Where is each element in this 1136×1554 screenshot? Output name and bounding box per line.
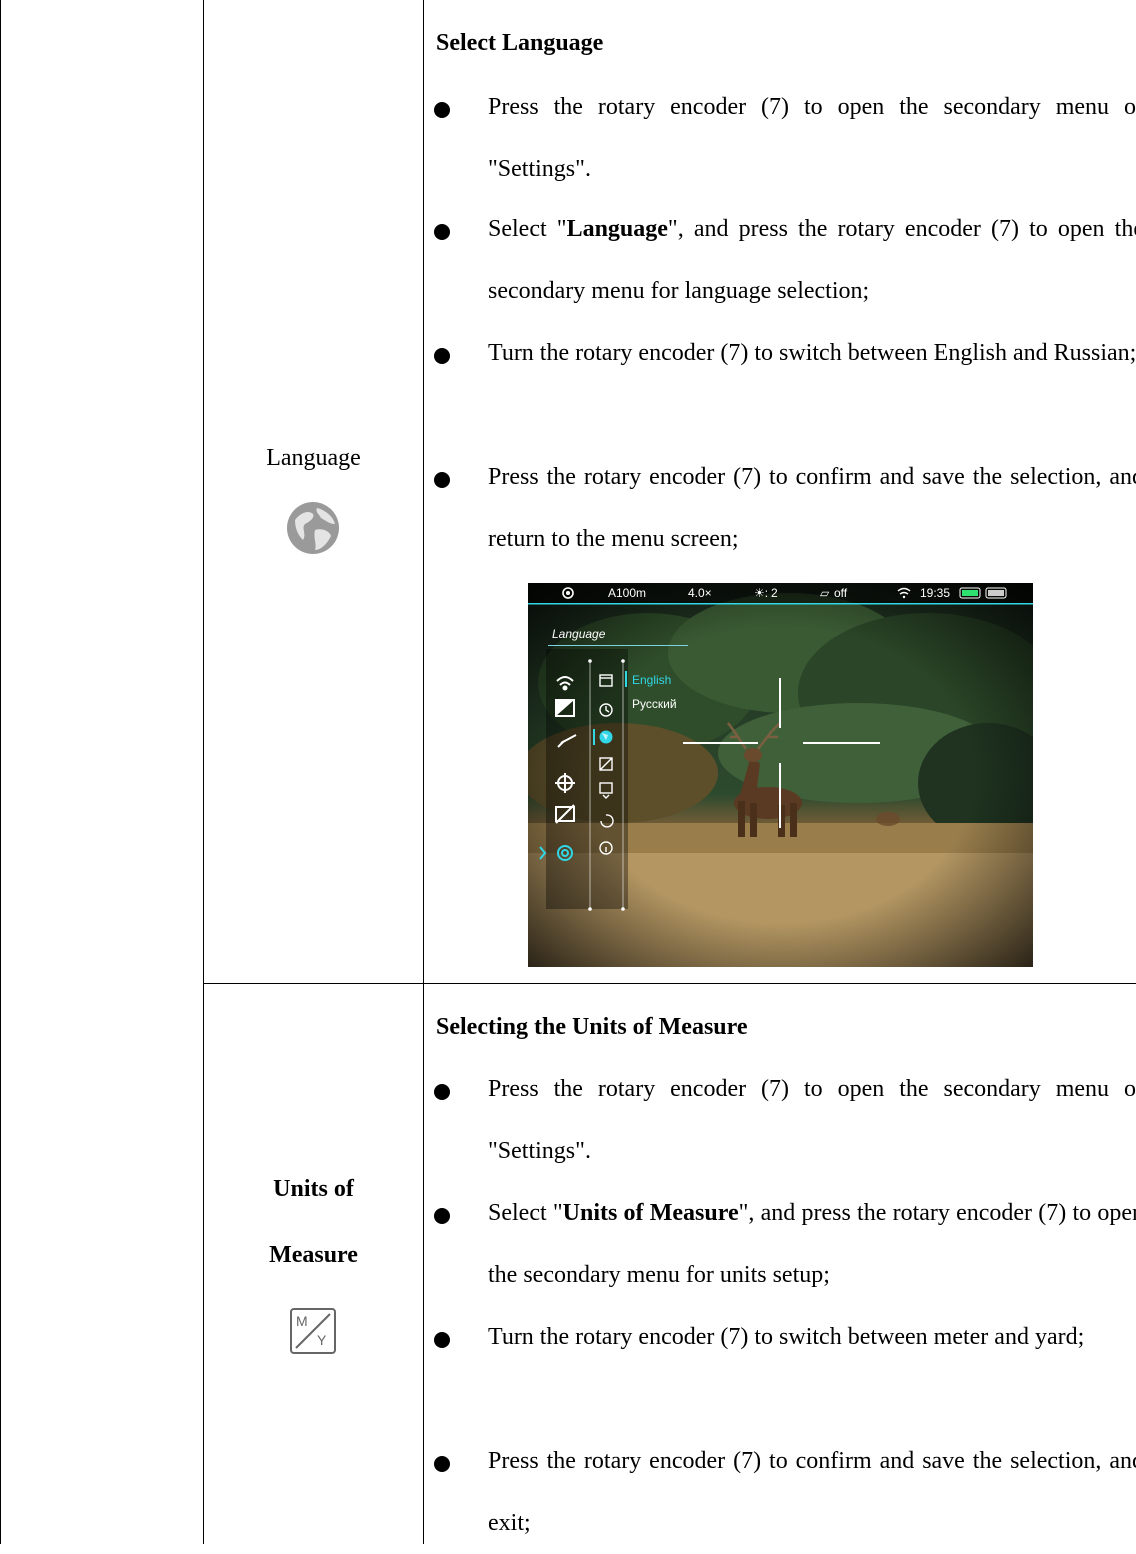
bullet-dot [434,224,450,240]
bullet-text: Select "Units of Measure", and press the… [488,1200,1136,1288]
row-label-text: Language [266,445,361,471]
device-screenshot: A100m 4.0× ☀: 2 ▱ off 19:35 Language Eng… [528,583,1033,967]
bullet-text: Turn the rotary encoder (7) to switch be… [488,1324,1085,1350]
row-label-line1: Units of [273,1176,354,1202]
row-label-line2: Measure [269,1242,358,1268]
bullet-dot [434,1084,450,1100]
bullet-text: Press the rotary encoder (7) to confirm … [488,1448,1136,1536]
section-heading: Select Language [436,30,604,56]
clock-readout: 19:35 [920,586,951,600]
row-content-units: Selecting the Units of Measure Press the… [424,984,1136,1544]
units-icon-letter-y: Y [317,1332,327,1348]
menu-title-underline [548,645,688,646]
globe-icon [285,500,341,556]
bullet-dot [434,1456,450,1472]
range-readout: A100m [608,586,647,600]
row-label-units: Units of Measure [204,1156,423,1288]
units-icon: M Y [288,1306,338,1356]
brightness-readout: 2 [771,586,778,600]
brightness-icon: ☀: [754,586,769,600]
pip-readout: off [834,586,848,600]
language-option-russian[interactable]: Русский [632,697,677,711]
section-heading: Selecting the Units of Measure [436,1014,748,1040]
menu-title: Language [552,627,606,641]
pip-icon: ▱ [820,586,830,600]
bullet-text: Press the rotary encoder (7) to open the… [488,1076,1136,1164]
table-border-left [0,0,1,1544]
bullet-dot [434,1208,450,1224]
language-option-english[interactable]: English [632,673,671,687]
bullet-dot [434,102,450,118]
table-divider-1 [203,0,204,1544]
bullet-text: Select "Language", and press the rotary … [488,216,1136,304]
bullet-dot [434,348,450,364]
bullet-dot [434,1332,450,1348]
bullet-dot [434,472,450,488]
zoom-readout: 4.0× [688,586,712,600]
manual-page: Language Select Language Press the rotar… [0,0,1136,1544]
status-bar: A100m 4.0× ☀: 2 ▱ off 19:35 [528,583,1033,603]
bullet-text: Press the rotary encoder (7) to open the… [488,94,1136,182]
bullet-text: Turn the rotary encoder (7) to switch be… [488,340,1136,366]
bullet-text: Press the rotary encoder (7) to confirm … [488,464,1136,552]
row-label-language: Language [204,425,423,491]
units-icon-letter-m: M [296,1313,308,1329]
